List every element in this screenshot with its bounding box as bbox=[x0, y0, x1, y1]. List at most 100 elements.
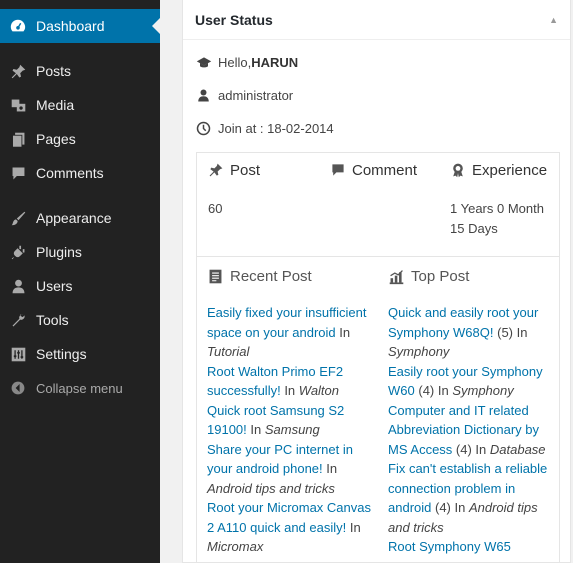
post-view-count: (5) bbox=[497, 324, 514, 340]
sidebar-item-settings[interactable]: Settings bbox=[0, 337, 160, 371]
post-entry: Fix can't establish a reliable connectio… bbox=[388, 461, 548, 535]
recent-post-label: Recent Post bbox=[230, 267, 312, 285]
sidebar-item-label: Comments bbox=[36, 165, 104, 181]
graduation-cap-icon bbox=[196, 55, 218, 71]
sidebar-item-media[interactable]: Media bbox=[0, 88, 160, 122]
stat-post-label: Post bbox=[230, 161, 261, 179]
stat-comment: Comment bbox=[330, 153, 417, 187]
greeting-line: Hello, HARUN bbox=[183, 46, 570, 79]
post-entry: Root Symphony W65 bbox=[388, 537, 559, 557]
post-category: Database bbox=[489, 441, 546, 457]
recent-post-list: Easily fixed your insufficient space on … bbox=[207, 303, 379, 557]
post-view-count: (4) bbox=[435, 500, 451, 515]
sidebar-item-pages[interactable]: Pages bbox=[0, 122, 160, 156]
top-post-list: Quick and easily root your Symphony W68Q… bbox=[388, 303, 559, 557]
post-link[interactable]: Quick and easily root your Symphony W68Q… bbox=[388, 305, 538, 340]
stat-post: Post 60 bbox=[208, 153, 260, 219]
post-link[interactable]: Root Symphony W65 bbox=[388, 539, 511, 554]
post-entry: Easily fixed your insufficient space on … bbox=[207, 305, 367, 359]
stat-post-value: 60 bbox=[208, 201, 223, 216]
post-category: Walton bbox=[298, 383, 340, 398]
user-status-widget: User Status ▲ Hello, HARUN administrator … bbox=[182, 0, 571, 563]
sidebar-separator bbox=[0, 190, 160, 201]
widget-title: User Status bbox=[195, 11, 273, 28]
user-icon bbox=[196, 88, 218, 103]
sidebar-item-label: Users bbox=[36, 278, 73, 294]
post-link[interactable]: Share your PC internet in your android p… bbox=[207, 442, 353, 477]
sidebar-item-label: Media bbox=[36, 97, 75, 113]
stat-experience-value: 1 Years 0 Month 15 Days bbox=[450, 199, 547, 239]
stats-box: Post 60 Comment Experience 1 Years 0 Mon… bbox=[196, 152, 560, 257]
sidebar-item-plugins[interactable]: Plugins bbox=[0, 235, 160, 269]
post-link[interactable]: Easily fixed your insufficient space on … bbox=[207, 305, 366, 340]
collapse-toggle-icon[interactable]: ▲ bbox=[549, 15, 558, 25]
stat-experience-label: Experience bbox=[472, 161, 548, 179]
dashboard-icon bbox=[0, 17, 36, 35]
user-role: administrator bbox=[218, 88, 294, 103]
hello-prefix: Hello, bbox=[218, 55, 252, 70]
post-view-count: (4) bbox=[455, 441, 472, 457]
brush-icon bbox=[0, 210, 36, 227]
post-category: Android tips and tricks bbox=[207, 480, 335, 496]
post-view-count: (4) bbox=[418, 383, 435, 398]
sidebar-item-comments[interactable]: Comments bbox=[0, 156, 160, 190]
sidebar-item-label: Pages bbox=[36, 131, 76, 147]
sidebar-item-tools[interactable]: Tools bbox=[0, 303, 160, 337]
post-entry: Easily root your Symphony W60 (4) In Sym… bbox=[388, 363, 543, 399]
username: HARUN bbox=[251, 55, 299, 70]
collapse-menu-button[interactable]: Collapse menu bbox=[0, 371, 160, 405]
role-line: administrator bbox=[183, 79, 570, 112]
sidebar-item-label: Posts bbox=[36, 63, 72, 79]
recent-post-column: Recent Post Easily fixed your insufficie… bbox=[207, 257, 379, 557]
post-entry: Root your Micromax Canvas 2 A110 quick a… bbox=[207, 500, 371, 554]
pin-icon bbox=[0, 63, 36, 80]
top-post-column: Top Post Quick and easily root your Symp… bbox=[388, 257, 559, 557]
experience-line-2: 15 Days bbox=[450, 221, 498, 236]
clock-icon bbox=[196, 121, 218, 136]
sidebar-item-dashboard[interactable]: Dashboard bbox=[0, 9, 160, 43]
posts-box: Recent Post Easily fixed your insufficie… bbox=[196, 257, 560, 563]
chart-icon bbox=[388, 268, 405, 285]
sidebar-item-label: Tools bbox=[36, 312, 69, 328]
pin-icon bbox=[208, 162, 224, 178]
sliders-icon bbox=[0, 346, 36, 363]
post-category: Micromax bbox=[207, 539, 264, 554]
post-category: Symphony bbox=[452, 383, 514, 398]
widget-header: User Status ▲ bbox=[183, 0, 570, 40]
post-entry: Quick root Samsung S2 19100! In Samsung bbox=[207, 402, 345, 438]
sidebar-item-appearance[interactable]: Appearance bbox=[0, 201, 160, 235]
stat-experience: Experience 1 Years 0 Month 15 Days bbox=[450, 153, 547, 239]
join-line: Join at : 18-02-2014 bbox=[183, 112, 570, 145]
join-date: Join at : 18-02-2014 bbox=[218, 121, 334, 136]
sidebar-item-label: Dashboard bbox=[36, 18, 105, 34]
sidebar-item-label: Settings bbox=[36, 346, 87, 362]
pages-icon bbox=[0, 131, 36, 148]
comment-icon bbox=[0, 165, 36, 182]
post-entry: Computer and IT related Abbreviation Dic… bbox=[388, 402, 546, 457]
post-category: Samsung bbox=[264, 422, 320, 437]
stat-comment-label: Comment bbox=[352, 161, 418, 179]
sidebar-item-label: Plugins bbox=[36, 244, 82, 260]
user-icon bbox=[0, 278, 36, 295]
post-entry: Quick and easily root your Symphony W68Q… bbox=[388, 305, 539, 359]
sidebar-item-label: Appearance bbox=[36, 210, 112, 226]
wrench-icon bbox=[0, 312, 36, 329]
post-entry: Share your PC internet in your android p… bbox=[207, 441, 353, 496]
post-category: Symphony bbox=[388, 344, 450, 359]
post-category: Tutorial bbox=[207, 344, 250, 359]
plug-icon bbox=[0, 244, 36, 261]
admin-sidebar: Dashboard Posts Media Pages Comments App… bbox=[0, 0, 160, 563]
post-link[interactable]: Root your Micromax Canvas 2 A110 quick a… bbox=[207, 500, 371, 535]
sidebar-item-posts[interactable]: Posts bbox=[0, 54, 160, 88]
collapse-menu-label: Collapse menu bbox=[36, 380, 123, 396]
sidebar-item-users[interactable]: Users bbox=[0, 269, 160, 303]
sidebar-separator bbox=[0, 43, 160, 54]
collapse-arrow-icon bbox=[0, 380, 36, 396]
comment-icon bbox=[330, 162, 346, 178]
award-icon bbox=[450, 162, 466, 178]
document-icon bbox=[207, 268, 224, 285]
experience-line-1: 1 Years 0 Month bbox=[450, 201, 544, 216]
top-post-label: Top Post bbox=[411, 267, 470, 285]
post-entry: Root Walton Primo EF2 successfully! In W… bbox=[207, 363, 344, 399]
media-icon bbox=[0, 97, 36, 114]
